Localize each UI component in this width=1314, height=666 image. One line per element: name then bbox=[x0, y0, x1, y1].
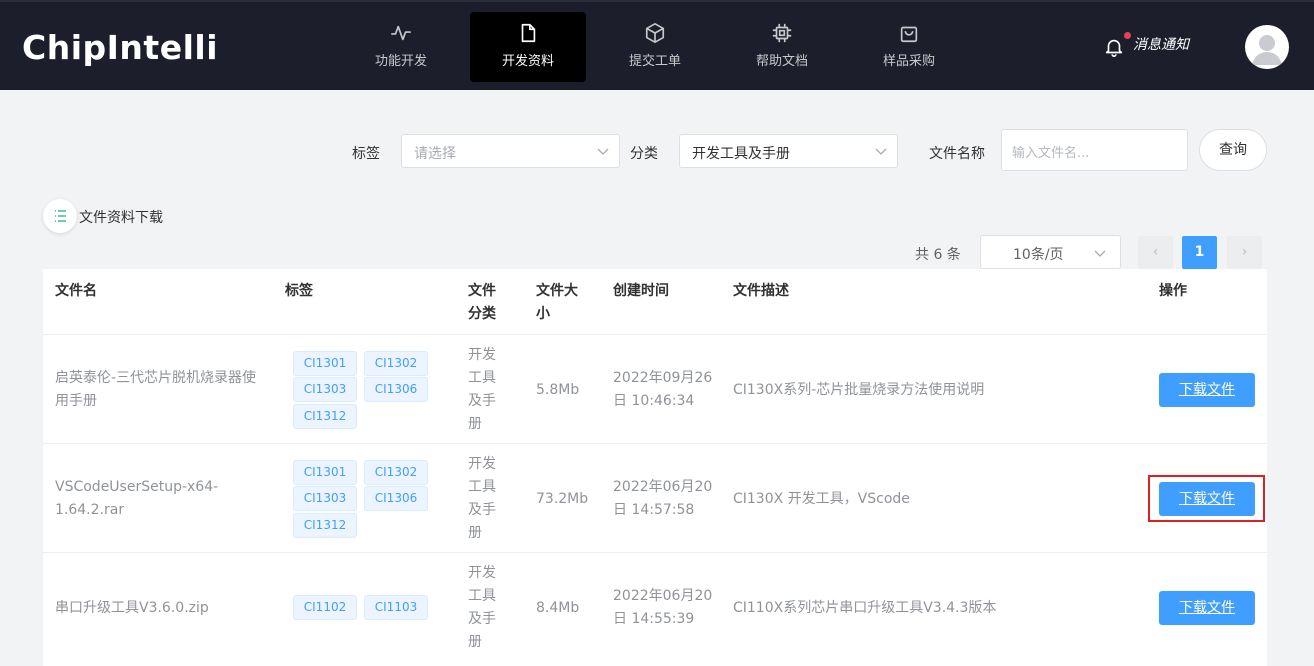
nav-item-dev-resources[interactable]: 开发资料 bbox=[470, 12, 586, 82]
tag-select-placeholder: 请选择 bbox=[414, 146, 456, 162]
nav-label: 开发资料 bbox=[501, 54, 554, 69]
category-select-value: 开发工具及手册 bbox=[692, 146, 790, 162]
file-category: 开发工具及手册 bbox=[468, 347, 496, 432]
file-size: 8.4Mb bbox=[536, 600, 580, 616]
tag-badge: CI1303 bbox=[293, 377, 357, 402]
file-created: 2022年06月20日 14:57:58 bbox=[613, 479, 713, 518]
notification-link[interactable]: 消息通知 bbox=[1133, 34, 1189, 54]
header-tags: 标签 bbox=[285, 283, 313, 299]
nav-label: 提交工单 bbox=[628, 54, 681, 69]
nav-item-help-docs[interactable]: 帮助文档 bbox=[724, 12, 840, 82]
tag-badge: CI1302 bbox=[364, 351, 428, 376]
nav-label: 帮助文档 bbox=[755, 54, 808, 69]
prev-page-button[interactable]: ‹ bbox=[1138, 236, 1173, 269]
tag-badge: CI1301 bbox=[293, 351, 357, 376]
user-avatar[interactable] bbox=[1245, 25, 1289, 69]
category-select[interactable]: 开发工具及手册 bbox=[679, 134, 898, 168]
nav-label: 样品采购 bbox=[882, 54, 935, 69]
nav-item-sample-purchase[interactable]: 样品采购 bbox=[851, 12, 967, 82]
tag-badge: CI1301 bbox=[293, 460, 357, 485]
file-size: 5.8Mb bbox=[536, 382, 580, 398]
page-size-value: 10条/页 bbox=[1013, 247, 1064, 263]
filename-input[interactable]: 输入文件名... bbox=[1001, 129, 1188, 171]
list-icon bbox=[55, 210, 66, 222]
file-desc: CI110X系列芯片串口升级工具V3.4.3版本 bbox=[733, 600, 997, 616]
bell-icon[interactable] bbox=[1103, 36, 1125, 58]
total-count: 共 6 条 bbox=[915, 247, 961, 263]
download-button[interactable]: 下载文件 bbox=[1159, 482, 1255, 516]
file-table: 文件名 标签 文件分类 文件大小 创建时间 文件描述 操作 启英泰伦-三代芯片脱… bbox=[43, 269, 1267, 666]
table-row: 启英泰伦-三代芯片脱机烧录器使用手册 CI1301 CI1302 CI1303 … bbox=[43, 334, 1267, 443]
file-name: 串口升级工具V3.6.0.zip bbox=[55, 600, 209, 616]
shopping-bag-icon bbox=[900, 26, 918, 43]
current-page[interactable]: 1 bbox=[1182, 236, 1217, 269]
section-list-icon-badge bbox=[43, 199, 77, 233]
header-size: 文件大小 bbox=[536, 283, 578, 322]
file-name: VSCodeUserSetup-x64-1.64.2.rar bbox=[55, 479, 219, 518]
notification-dot bbox=[1124, 32, 1131, 39]
header-created: 创建时间 bbox=[613, 283, 669, 299]
tag-filter-label: 标签 bbox=[352, 146, 380, 162]
file-size: 73.2Mb bbox=[536, 491, 589, 507]
header-action: 操作 bbox=[1159, 283, 1187, 299]
tag-badge: CI1302 bbox=[364, 460, 428, 485]
document-icon bbox=[521, 23, 536, 43]
chevron-down-icon bbox=[875, 148, 887, 155]
nav-label: 功能开发 bbox=[374, 54, 427, 69]
chevron-down-icon bbox=[597, 148, 609, 155]
file-category: 开发工具及手册 bbox=[468, 456, 496, 541]
tag-badge: CI1306 bbox=[364, 486, 428, 511]
pulse-icon bbox=[391, 25, 411, 41]
category-filter-label: 分类 bbox=[630, 146, 658, 162]
tag-badge: CI1312 bbox=[293, 404, 357, 429]
file-created: 2022年06月20日 14:55:39 bbox=[613, 588, 713, 627]
filename-input-placeholder: 输入文件名... bbox=[1012, 146, 1090, 161]
table-row: VSCodeUserSetup-x64-1.64.2.rar CI1301 CI… bbox=[43, 443, 1267, 552]
nav-item-submit-ticket[interactable]: 提交工单 bbox=[597, 12, 713, 82]
user-icon bbox=[1252, 35, 1282, 65]
top-navbar: ChipIntelli 功能开发 开发资料 提交工单 帮助文档 样品采购 消息通… bbox=[0, 0, 1314, 90]
download-button[interactable]: 下载文件 bbox=[1159, 591, 1255, 625]
query-button[interactable]: 查询 bbox=[1199, 129, 1267, 171]
next-page-button[interactable]: › bbox=[1227, 236, 1262, 269]
file-desc: CI130X系列-芯片批量烧录方法使用说明 bbox=[733, 382, 985, 398]
tag-badge: CI1303 bbox=[293, 486, 357, 511]
page-size-select[interactable]: 10条/页 bbox=[980, 235, 1121, 269]
tag-badge: CI1102 bbox=[293, 595, 357, 620]
file-created: 2022年09月26日 10:46:34 bbox=[613, 370, 713, 409]
file-desc: CI130X 开发工具，VScode bbox=[733, 491, 910, 507]
file-category: 开发工具及手册 bbox=[468, 565, 496, 650]
cube-icon bbox=[645, 23, 665, 43]
tag-badge: CI1306 bbox=[364, 377, 428, 402]
brand-logo[interactable]: ChipIntelli bbox=[22, 28, 218, 67]
chevron-down-icon bbox=[1094, 250, 1106, 257]
section-title: 文件资料下载 bbox=[79, 210, 163, 226]
table-row: 串口升级工具V3.6.0.zip CI1102 CI1103 开发工具及手册 8… bbox=[43, 552, 1267, 666]
tag-badge: CI1103 bbox=[364, 595, 428, 620]
header-filename: 文件名 bbox=[55, 283, 97, 299]
download-button[interactable]: 下载文件 bbox=[1159, 373, 1255, 407]
chip-icon bbox=[772, 23, 792, 43]
tag-badge: CI1312 bbox=[293, 513, 357, 538]
header-desc: 文件描述 bbox=[733, 283, 789, 299]
tag-select[interactable]: 请选择 bbox=[401, 134, 620, 168]
file-name: 启英泰伦-三代芯片脱机烧录器使用手册 bbox=[55, 370, 257, 409]
filename-filter-label: 文件名称 bbox=[929, 146, 985, 162]
nav-item-feature-dev[interactable]: 功能开发 bbox=[343, 12, 459, 82]
header-category: 文件分类 bbox=[468, 283, 496, 322]
